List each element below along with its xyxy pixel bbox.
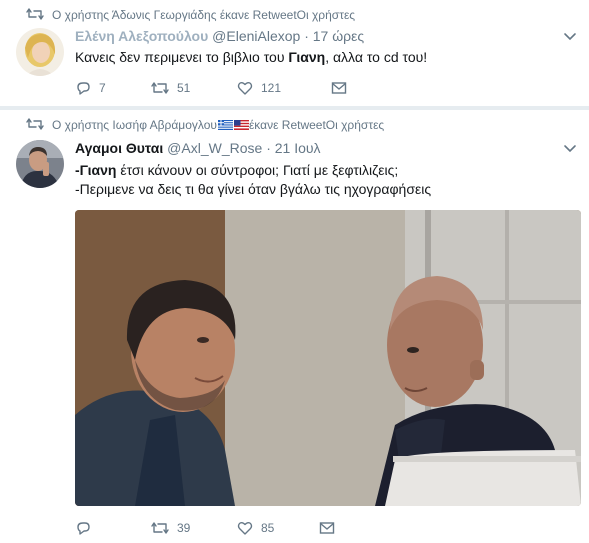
tweet[interactable]: Ο χρήστης Άδωνις Γεωργιάδης έκανε Retwee… — [0, 0, 589, 106]
heart-icon — [237, 522, 253, 535]
tweet[interactable]: Ο χρήστης Ιωσήφ Αβράμογλου έκανε Retweet… — [0, 110, 589, 543]
reply-button[interactable]: 7 — [75, 80, 115, 96]
tweet-header: Ελένη Αλεξοπούλου @EleniAlexop · 17 ώρες — [75, 28, 364, 44]
retweet-count: 51 — [177, 81, 191, 95]
retweet-icon — [151, 522, 169, 534]
context-suffix: Οι χρήστες — [296, 8, 356, 22]
chevron-down-icon[interactable] — [563, 32, 577, 42]
dot-separator: · — [304, 28, 309, 44]
timeline: Ο χρήστης Άδωνις Γεωργιάδης έκανε Retwee… — [0, 0, 589, 543]
tweet-actions: 39 85 — [75, 520, 379, 536]
envelope-icon — [319, 522, 335, 534]
context-user[interactable]: Ο χρήστης Ιωσήφ Αβράμογλου — [52, 118, 217, 132]
dm-button[interactable] — [331, 81, 355, 95]
reply-button[interactable] — [75, 520, 115, 536]
screen-name[interactable]: @EleniAlexop — [212, 28, 300, 44]
avatar[interactable] — [16, 28, 64, 76]
like-count: 85 — [261, 521, 275, 535]
retweet-button[interactable]: 51 — [151, 80, 201, 96]
greece-flag-icon — [217, 120, 233, 130]
reply-icon — [77, 82, 90, 95]
retweet-count: 39 — [177, 521, 191, 535]
retweet-context: Ο χρήστης Ιωσήφ Αβράμογλου έκανε Retweet… — [26, 118, 385, 132]
retweet-icon — [26, 8, 44, 20]
heart-icon — [237, 82, 253, 95]
dot-separator: · — [266, 140, 271, 156]
context-user[interactable]: Ο χρήστης Άδωνις Γεωργιάδης έκανε Retwee… — [52, 8, 297, 22]
like-count: 121 — [261, 81, 282, 95]
tweet-text-part: Κανεις δεν περιμενει το βιβλιο του — [75, 49, 289, 65]
like-button[interactable]: 121 — [237, 80, 295, 96]
reply-icon — [77, 522, 90, 535]
chevron-down-icon[interactable] — [563, 144, 577, 154]
tweet-text-line: -Περιμενε να δεις τι θα γίνει όταν βγάλω… — [75, 181, 432, 197]
reply-count: 7 — [99, 81, 106, 95]
tweet-text-bold: -Γιανη — [75, 162, 117, 178]
like-button[interactable]: 85 — [237, 520, 283, 536]
retweet-context: Ο χρήστης Άδωνις Γεωργιάδης έκανε Retwee… — [26, 8, 356, 22]
tweet-text: -Γιανη έτσι κάνουν οι σύντροφοι; Γιατί μ… — [75, 161, 431, 199]
tweet-header: Αγαμοι Θυται @Axl_W_Rose · 21 Ιουλ — [75, 140, 321, 156]
retweet-icon — [26, 118, 44, 130]
usa-flag-icon — [233, 120, 249, 130]
dm-button[interactable] — [319, 521, 343, 535]
tweet-text-part: , αλλα το cd του! — [325, 49, 428, 65]
screen-name[interactable]: @Axl_W_Rose — [167, 140, 262, 156]
tweet-photo[interactable] — [75, 210, 581, 506]
tweet-text-part: έτσι κάνουν οι σύντροφοι; Γιατί με ξεφτι… — [116, 162, 399, 178]
timestamp[interactable]: 21 Ιουλ — [275, 140, 321, 156]
envelope-icon — [331, 82, 347, 94]
fullname[interactable]: Αγαμοι Θυται — [75, 140, 163, 156]
retweet-icon — [151, 82, 169, 94]
tweet-text-bold: Γιανη — [288, 49, 326, 65]
timestamp[interactable]: 17 ώρες — [313, 28, 364, 44]
avatar[interactable] — [16, 140, 64, 188]
tweet-actions: 7 51 121 — [75, 80, 391, 96]
context-suffix: έκανε RetweetΟι χρήστες — [248, 118, 385, 132]
tweet-text: Κανεις δεν περιμενει το βιβλιο του Γιανη… — [75, 48, 427, 67]
fullname[interactable]: Ελένη Αλεξοπούλου — [75, 28, 208, 44]
retweet-button[interactable]: 39 — [151, 520, 201, 536]
tweet-text-line: -Γιανη έτσι κάνουν οι σύντροφοι; Γιατί μ… — [75, 161, 431, 180]
